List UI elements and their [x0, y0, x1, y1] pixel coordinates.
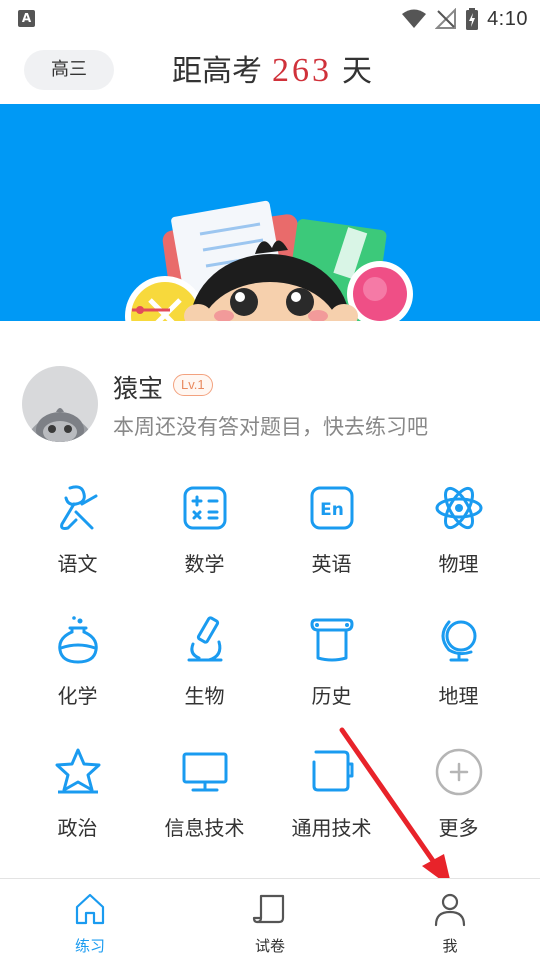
subject-chemistry[interactable]: 化学 — [14, 606, 141, 726]
subject-label: 政治 — [57, 816, 98, 840]
it-icon — [182, 752, 228, 792]
avatar[interactable] — [22, 366, 98, 442]
wifi-icon — [402, 9, 427, 28]
chemistry-icon — [58, 616, 98, 664]
more-icon — [435, 748, 483, 796]
subject-information-technology[interactable]: 信息技术 — [141, 738, 268, 858]
level-badge: Lv.1 — [173, 374, 213, 396]
physics-icon — [435, 486, 483, 530]
general-tech-icon — [312, 750, 354, 792]
nav-item-me[interactable]: 我 — [360, 879, 540, 960]
user-card[interactable]: 猿宝 Lv.1 本周还没有答对题目，快去练习吧 — [0, 321, 540, 461]
svg-text:En: En — [320, 500, 344, 520]
nav-label: 试卷 — [254, 937, 285, 955]
clock: 4:10 — [487, 7, 528, 30]
subject-label: 更多 — [438, 816, 479, 840]
math-icon — [183, 486, 227, 530]
politics-icon — [55, 748, 101, 794]
status-icons: 4:10 — [401, 6, 528, 32]
no-signal-icon — [435, 8, 457, 29]
status-bar: A 4:10 — [0, 0, 540, 36]
subject-more[interactable]: 更多 — [395, 738, 522, 858]
subject-math[interactable]: 数学 — [141, 474, 268, 594]
history-icon — [310, 618, 354, 662]
battery-charging-icon — [466, 8, 479, 30]
mascot-illustration — [125, 200, 413, 321]
subject-history[interactable]: 历史 — [268, 606, 395, 726]
nav-item-papers[interactable]: 试卷 — [180, 879, 360, 960]
bottom-nav: 练习 试卷 我 — [0, 878, 540, 960]
countdown-suffix: 天 — [342, 54, 372, 89]
subject-label: 地理 — [438, 684, 479, 708]
weekly-status-text: 本周还没有答对题目，快去练习吧 — [113, 415, 428, 439]
user-name: 猿宝 — [113, 374, 164, 403]
person-icon — [434, 893, 466, 927]
countdown-days: 263 — [272, 52, 332, 89]
exam-countdown: 距高考 263 天 — [172, 46, 372, 94]
subject-label: 生物 — [184, 684, 225, 708]
subject-english[interactable]: En 英语 — [268, 474, 395, 594]
nav-label: 我 — [442, 937, 458, 955]
subject-label: 历史 — [311, 684, 352, 708]
geography-icon — [441, 620, 477, 662]
nav-item-practice[interactable]: 练习 — [0, 879, 180, 960]
subject-label: 物理 — [438, 552, 479, 576]
nav-label: 练习 — [74, 937, 105, 955]
subject-label: 通用技术 — [291, 816, 372, 840]
biology-icon — [187, 616, 223, 662]
chinese-icon — [60, 485, 98, 530]
subject-label: 数学 — [184, 552, 225, 576]
subject-label: 化学 — [57, 684, 98, 708]
subject-chinese[interactable]: 语文 — [14, 474, 141, 594]
subject-label: 语文 — [57, 552, 98, 576]
banner[interactable] — [0, 104, 540, 321]
grade-selector-button[interactable]: 高三 — [24, 50, 114, 90]
default-avatar-icon — [26, 408, 94, 442]
subject-politics[interactable]: 政治 — [14, 738, 141, 858]
subject-label: 英语 — [311, 552, 352, 576]
header: 高三 距高考 263 天 — [0, 36, 540, 104]
notification-icon: A — [18, 10, 35, 27]
paper-icon — [252, 894, 285, 924]
subject-label: 信息技术 — [164, 816, 245, 840]
countdown-prefix: 距高考 — [172, 54, 262, 89]
subject-physics[interactable]: 物理 — [395, 474, 522, 594]
subject-general-technology[interactable]: 通用技术 — [268, 738, 395, 858]
home-icon — [75, 893, 105, 925]
subject-geography[interactable]: 地理 — [395, 606, 522, 726]
english-icon: En — [310, 486, 354, 530]
subject-biology[interactable]: 生物 — [141, 606, 268, 726]
